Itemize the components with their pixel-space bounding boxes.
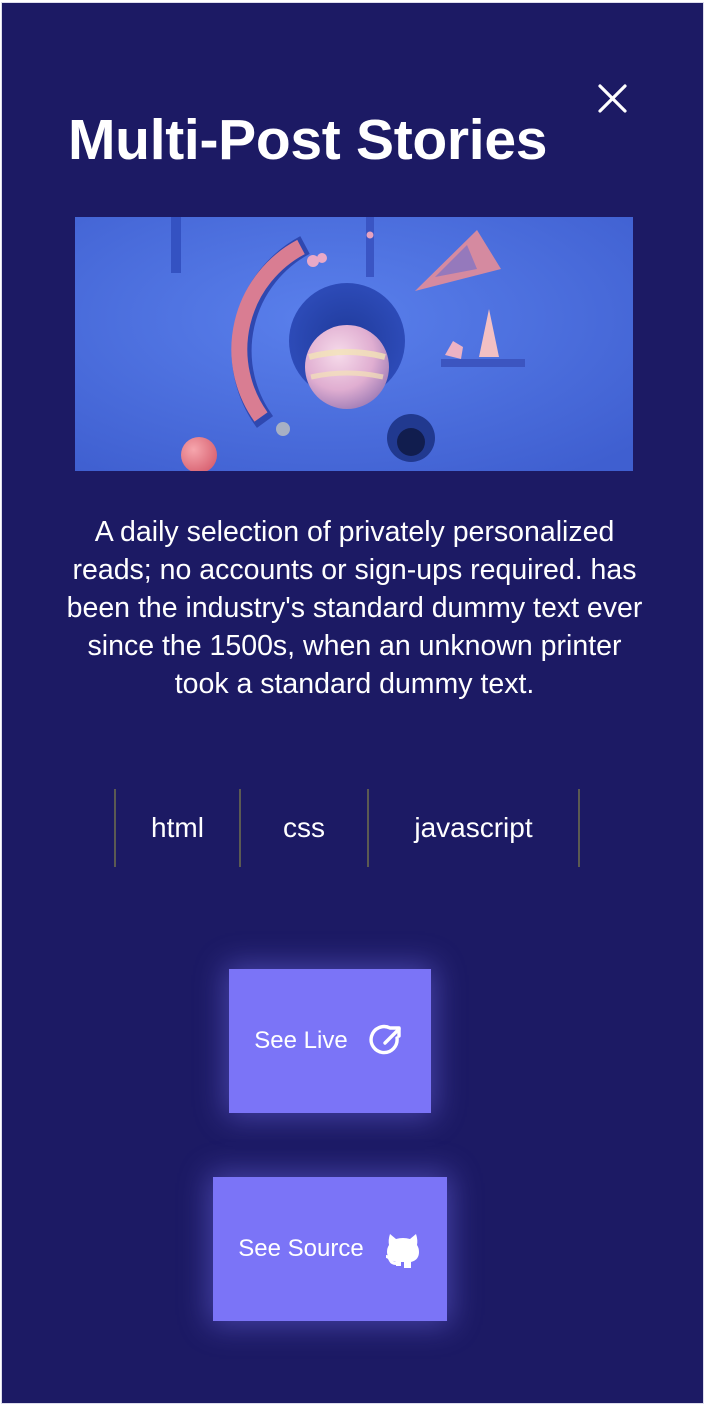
see-source-button[interactable]: See Source [213, 1177, 447, 1321]
close-button[interactable] [594, 81, 630, 117]
modal-title: Multi-Post Stories [68, 108, 548, 172]
see-source-label: See Source [238, 1235, 364, 1262]
tag-html: html [116, 789, 241, 867]
tech-tags: html css javascript [114, 789, 580, 867]
github-icon [385, 1234, 419, 1268]
see-live-label: See Live [254, 1027, 348, 1054]
project-description: A daily selection of privately personali… [66, 516, 643, 700]
external-link-icon [369, 1024, 401, 1055]
project-modal: Multi-Post Stories A daily selection of … [1, 2, 704, 1404]
see-live-button[interactable]: See Live [229, 969, 431, 1113]
tag-css: css [241, 789, 369, 867]
tag-javascript: javascript [369, 789, 580, 867]
close-icon [598, 84, 627, 113]
project-image [75, 217, 633, 471]
